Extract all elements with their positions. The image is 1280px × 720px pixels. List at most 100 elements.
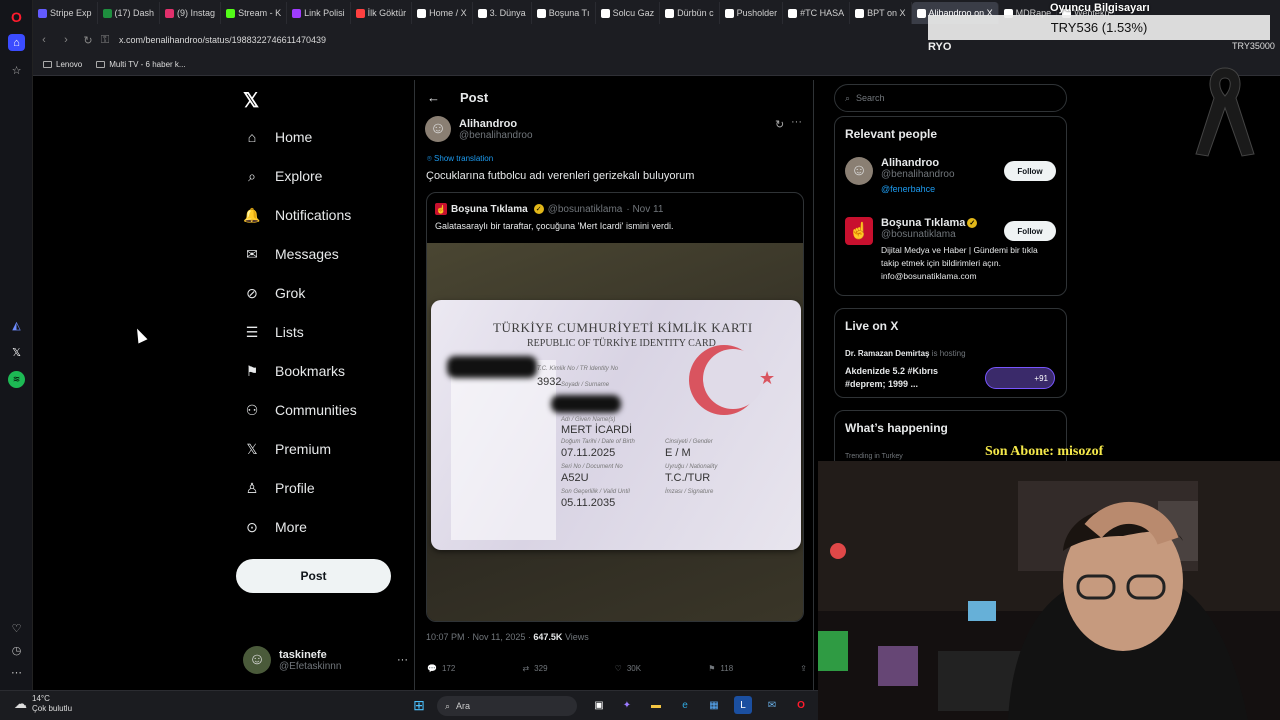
reply-button[interactable]: 💬 172 bbox=[427, 664, 455, 673]
nav-item-notifications[interactable]: 🔔 Notifications bbox=[243, 206, 351, 224]
reload-icon[interactable]: ↻ bbox=[77, 34, 99, 47]
copilot-icon[interactable]: ✦ bbox=[618, 696, 636, 714]
tab-label: (9) Instag bbox=[177, 8, 216, 18]
dob-value: 07.11.2025 bbox=[561, 447, 616, 459]
person-name[interactable]: Boşuna Tıklama bbox=[881, 217, 965, 229]
account-switcher[interactable]: ☺ taskinefe @Efetaskinnn ··· bbox=[243, 640, 408, 680]
back-arrow-icon[interactable]: ← bbox=[427, 90, 440, 105]
forward-icon[interactable]: › bbox=[55, 34, 77, 46]
grok-icon[interactable]: ↻ bbox=[775, 118, 784, 131]
browser-tab[interactable]: Stream - K bbox=[221, 2, 288, 24]
spotify-icon[interactable]: ≋ bbox=[8, 371, 25, 388]
store-icon[interactable]: ▦ bbox=[705, 696, 723, 714]
avatar[interactable]: ☝ bbox=[845, 217, 873, 245]
heart-icon[interactable]: ♡ bbox=[8, 620, 25, 637]
star-icon[interactable]: ☆ bbox=[8, 62, 25, 79]
back-icon[interactable]: ‹ bbox=[33, 34, 55, 46]
url-field[interactable]: x.com/benalihandroo/status/1988322746611… bbox=[119, 35, 326, 45]
search-icon: ⌕ bbox=[845, 92, 851, 103]
mail-icon: ✉ bbox=[246, 245, 258, 262]
nav-item-profile[interactable]: ♙ Profile bbox=[243, 479, 315, 497]
browser-tab[interactable]: (9) Instag bbox=[160, 2, 222, 24]
nav-item-more[interactable]: ⊙ More bbox=[243, 518, 307, 536]
browser-tab[interactable]: İlk Göktür bbox=[351, 2, 413, 24]
person-bio[interactable]: @fenerbahce bbox=[881, 184, 1001, 194]
browser-tab[interactable]: Link Polisi bbox=[287, 2, 351, 24]
bookmark-button[interactable]: ⚑ 118 bbox=[708, 664, 733, 673]
nav-item-bookmarks[interactable]: ⚑ Bookmarks bbox=[243, 362, 345, 380]
quote-image[interactable]: TÜRKİYE CUMHURİYETİ KİMLİK KARTI REPUBLI… bbox=[427, 243, 803, 621]
opera-logo-icon[interactable]: O bbox=[8, 8, 25, 25]
notepad-icon[interactable]: L bbox=[734, 696, 752, 714]
author-name[interactable]: Alihandroo bbox=[459, 118, 533, 130]
person-icon: ♙ bbox=[245, 479, 259, 496]
task-view-icon[interactable]: ▣ bbox=[590, 696, 608, 714]
nav-label: Home bbox=[275, 129, 313, 145]
repost-button[interactable]: ⇄ 329 bbox=[522, 664, 547, 673]
browser-tab[interactable]: Stripe Exp bbox=[33, 2, 98, 24]
post-author[interactable]: ☺ Alihandroo @benalihandroo bbox=[425, 116, 533, 142]
edge-icon[interactable]: e bbox=[676, 696, 694, 714]
nav-item-explore[interactable]: ⌕ Explore bbox=[243, 167, 322, 185]
nav-item-home[interactable]: ⌂ Home bbox=[243, 128, 313, 146]
nav-item-messages[interactable]: ✉ Messages bbox=[243, 245, 339, 263]
post-column: ← Post ☺ Alihandroo @benalihandroo ↻ ···… bbox=[414, 80, 814, 690]
live-listeners[interactable]: +91 bbox=[985, 367, 1055, 389]
browser-tab[interactable]: Solcu Gaz bbox=[596, 2, 661, 24]
more-dots-icon[interactable]: ··· bbox=[791, 116, 802, 128]
browser-tab[interactable]: Dürbün c bbox=[660, 2, 720, 24]
webcam-scene bbox=[818, 461, 1280, 720]
taskbar-search[interactable]: ⌕ Ara bbox=[437, 696, 577, 716]
avatar[interactable]: ☺ bbox=[425, 116, 451, 142]
post-button[interactable]: Post bbox=[236, 559, 391, 593]
bookmark-label: Lenovo bbox=[56, 60, 83, 69]
browser-tab[interactable]: #TC HASA bbox=[783, 2, 851, 24]
nav-item-communities[interactable]: ⚇ Communities bbox=[243, 401, 357, 419]
live-title[interactable]: Akdenizde 5.2 #Kıbrıs #deprem; 1999 ... bbox=[845, 365, 955, 391]
history-icon[interactable]: ◷ bbox=[8, 642, 25, 659]
browser-tab[interactable]: Pusholder bbox=[720, 2, 784, 24]
show-translation-link[interactable]: ⌾ Show translation bbox=[427, 154, 493, 164]
file-explorer-icon[interactable]: ▬ bbox=[647, 696, 665, 714]
windows-start-icon[interactable]: ⊞ bbox=[410, 696, 428, 714]
bookmark-lenovo[interactable]: Lenovo bbox=[43, 60, 82, 69]
share-icon: ⇪ bbox=[800, 664, 807, 673]
bookmark-multitv[interactable]: Multi TV - 6 haber k... bbox=[96, 60, 186, 69]
browser-tab[interactable]: (17) Dash bbox=[98, 2, 161, 24]
nav-item-grok[interactable]: ⊘ Grok bbox=[243, 284, 305, 302]
x-logo-icon[interactable]: 𝕏 bbox=[243, 88, 259, 113]
overlay-ryo: RYO bbox=[928, 41, 952, 53]
follow-button[interactable]: Follow bbox=[1004, 221, 1056, 241]
browser-tab[interactable]: BPT on X bbox=[850, 2, 912, 24]
card-title: What’s happening bbox=[845, 421, 948, 435]
author-handle[interactable]: @benalihandroo bbox=[459, 130, 533, 141]
mail-icon[interactable]: ✉ bbox=[763, 696, 781, 714]
browser-tab[interactable]: Home / X bbox=[412, 2, 473, 24]
browser-tab[interactable]: Boşuna Tı bbox=[532, 2, 596, 24]
nav-item-lists[interactable]: ☰ Lists bbox=[243, 323, 304, 341]
quoted-post[interactable]: ☝ Boşuna Tıklama ✓ @bosunatiklama · Nov 1… bbox=[426, 192, 804, 622]
quote-text: Galatasaraylı bir taraftar, çocuğuna 'Me… bbox=[435, 221, 674, 231]
nav-label: Communities bbox=[275, 402, 357, 418]
person-name[interactable]: Alihandroo bbox=[881, 157, 1001, 169]
home-icon[interactable]: ⌂ bbox=[8, 34, 25, 51]
browser-tab[interactable]: 3. Dünya bbox=[473, 2, 532, 24]
more-dots-icon[interactable]: ··· bbox=[397, 654, 408, 666]
avatar[interactable]: ☺ bbox=[845, 157, 873, 185]
bookmark-label: Multi TV - 6 haber k... bbox=[109, 60, 186, 69]
signature-label: İmzası / Signature bbox=[665, 489, 714, 495]
share-button[interactable]: ⇪ bbox=[800, 664, 807, 673]
person-alihandroo[interactable]: ☺ Alihandroo @benalihandroo @fenerbahce bbox=[845, 157, 1001, 194]
card-title: Live on X bbox=[845, 319, 899, 333]
x-app-icon[interactable]: 𝕏 bbox=[8, 344, 25, 361]
aria-icon[interactable]: ◭ bbox=[8, 317, 25, 334]
like-button[interactable]: ♡ 30K bbox=[615, 664, 641, 673]
live-on-x-card[interactable]: Live on X Dr. Ramazan Demirtaş is hostin… bbox=[834, 308, 1067, 398]
more-dots-icon[interactable]: ⋯ bbox=[8, 664, 25, 681]
weather-widget[interactable]: ☁ 14°C Çok bulutlu bbox=[14, 694, 72, 714]
search-input[interactable]: ⌕ Search bbox=[834, 84, 1067, 112]
nav-item-premium[interactable]: 𝕏 Premium bbox=[243, 440, 331, 458]
post-time[interactable]: 10:07 PM · Nov 11, 2025 · bbox=[426, 632, 531, 642]
follow-button[interactable]: Follow bbox=[1004, 161, 1056, 181]
opera-taskbar-icon[interactable]: O bbox=[792, 696, 810, 714]
